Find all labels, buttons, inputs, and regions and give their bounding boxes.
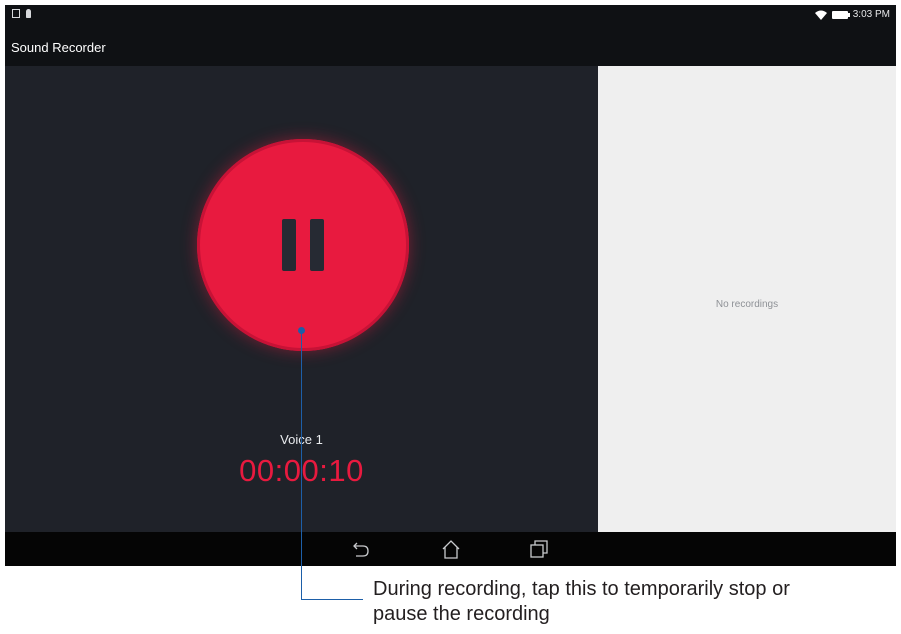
pause-recording-button[interactable] — [197, 139, 409, 351]
home-icon — [442, 540, 460, 559]
sim-icon — [12, 9, 20, 18]
status-left-icons — [12, 9, 31, 18]
mic-icon — [26, 9, 31, 18]
pause-icon — [282, 219, 324, 271]
recent-apps-button[interactable] — [527, 538, 551, 560]
app-bar: Sound Recorder — [5, 25, 896, 66]
battery-icon — [831, 10, 850, 19]
pause-bar-right — [310, 219, 324, 271]
callout-text-line-1: During recording, tap this to temporaril… — [373, 578, 790, 600]
navigation-bar — [5, 532, 896, 566]
back-icon — [353, 542, 369, 557]
clock: 3:03 PM — [852, 9, 890, 20]
home-button[interactable] — [439, 538, 463, 560]
empty-recordings-text: No recordings — [715, 299, 779, 310]
back-button[interactable] — [349, 538, 373, 560]
recent-apps-icon — [530, 540, 548, 558]
pause-bar-left — [282, 219, 296, 271]
status-bar: 3:03 PM — [5, 5, 896, 25]
callout-line-horizontal — [301, 599, 363, 600]
tablet-screen: 3:03 PM Sound Recorder Voice 1 00:00:10 … — [5, 5, 896, 566]
callout-annotation: During recording, tap this to temporaril… — [373, 577, 893, 627]
wifi-icon — [814, 10, 827, 20]
recordings-list-pane: No recordings — [598, 66, 896, 532]
callout-text-line-2: pause the recording — [373, 603, 550, 625]
status-right-icons: 3:03 PM — [814, 9, 890, 20]
callout-line-vertical — [301, 330, 302, 600]
app-title: Sound Recorder — [11, 40, 106, 55]
